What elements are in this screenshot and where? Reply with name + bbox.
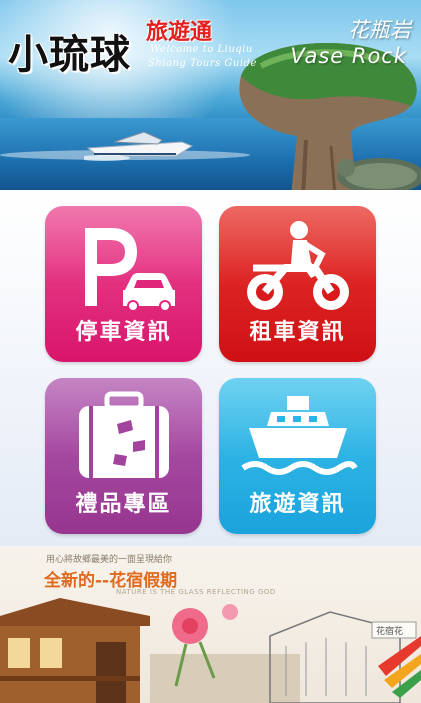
welcome-text-line2: Shiang Tours Guide — [148, 58, 257, 69]
speedboat-image — [84, 131, 194, 161]
main-menu: 停車資訊 租車資訊 禮品專區 旅遊資訊 — [0, 190, 421, 546]
promo-tagline: 用心將故鄉最美的一面呈現給你 — [46, 555, 173, 565]
rental-info-label: 租車資訊 — [249, 320, 346, 345]
landmark-name-zh: 花瓶岩 — [348, 18, 411, 42]
promo-sign-text: 花宿花 — [376, 627, 404, 637]
gift-area-label: 禮品專區 — [75, 492, 172, 517]
suitcase-icon — [79, 391, 169, 478]
gift-area-button[interactable]: 禮品專區 — [45, 378, 202, 534]
header-banner: 小琉球 旅遊通 Welcome to Liuqiu Shiang Tours G… — [0, 0, 421, 190]
parking-car-icon — [85, 228, 175, 312]
app-subtitle: 旅遊通 — [146, 19, 213, 45]
rental-info-button[interactable]: 租車資訊 — [219, 206, 376, 362]
promo-english-text: NATURE IS THE GLASS REFLECTING GOD — [116, 588, 276, 596]
app-title: 小琉球 — [8, 32, 131, 78]
scooter-rider-icon — [247, 221, 349, 310]
travel-info-button[interactable]: 旅遊資訊 — [219, 378, 376, 534]
parking-info-label: 停車資訊 — [75, 320, 172, 345]
ferry-boat-icon — [241, 396, 358, 475]
promo-banner[interactable]: 用心將故鄉最美的一面呈現給你 全新的--花宿假期 NATURE IS THE G… — [0, 546, 421, 703]
parking-info-button[interactable]: 停車資訊 — [45, 206, 202, 362]
landmark-name-en: Vase Rock — [290, 44, 407, 68]
travel-info-label: 旅遊資訊 — [249, 492, 346, 517]
welcome-text-line1: Welcome to Liuqiu — [150, 44, 253, 55]
